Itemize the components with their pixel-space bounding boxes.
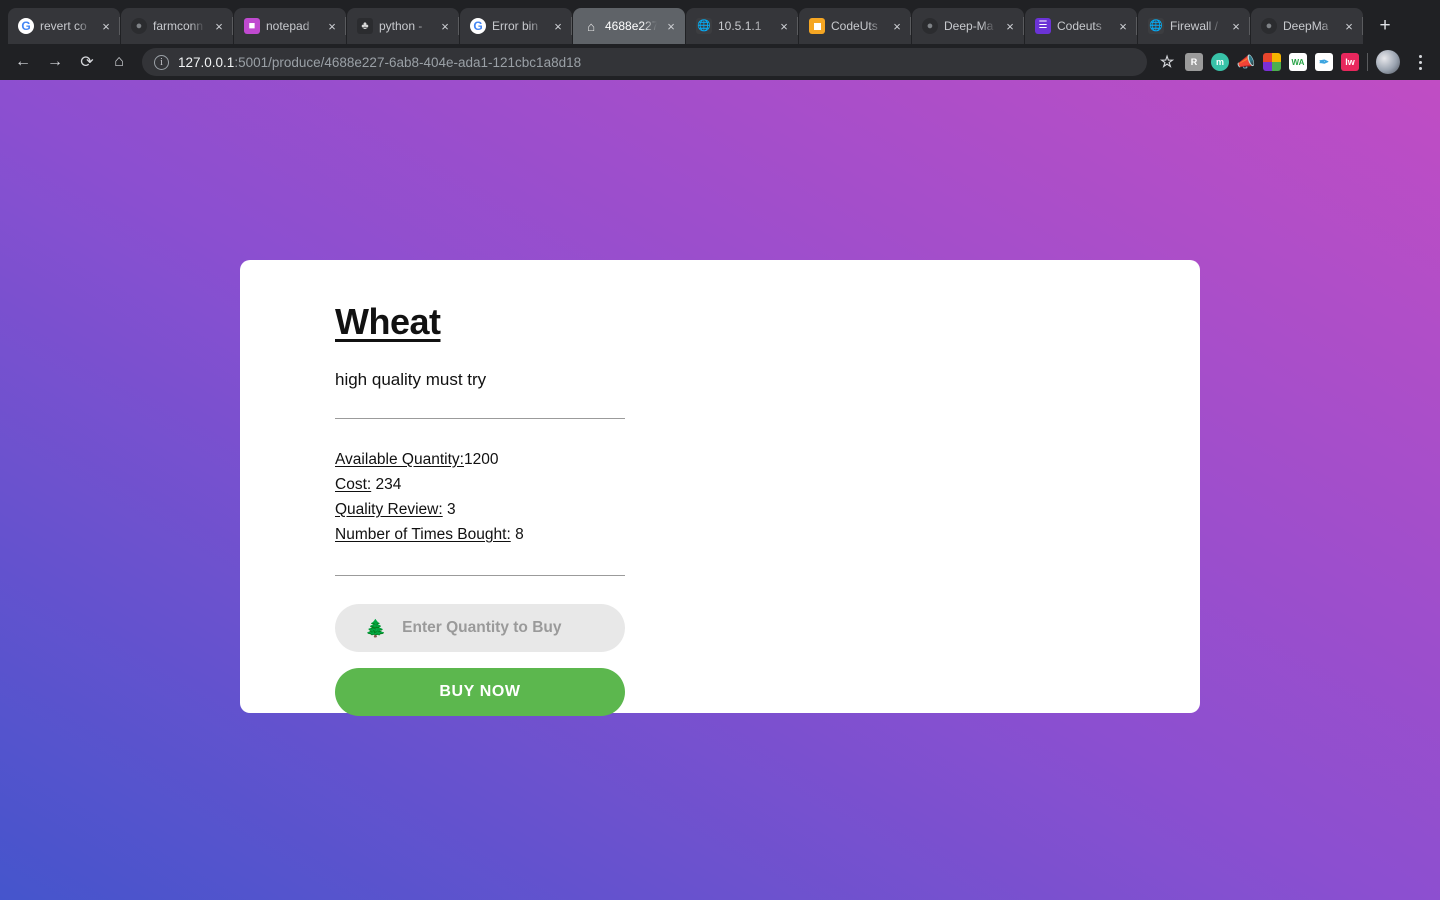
tab-close-icon[interactable]: × [437, 18, 453, 34]
dark-circle-icon: ● [131, 18, 147, 34]
bookmark-star-icon[interactable]: ☆ [1157, 53, 1177, 71]
tab-title: DeepMa [1283, 19, 1329, 33]
browser-tab[interactable]: ● farmconn × [121, 8, 233, 44]
tab-strip: G revert co × ● farmconn × ■ notepad × ♣… [0, 0, 1440, 44]
browser-tab[interactable]: 🌐 Firewall / × [1138, 8, 1250, 44]
google-icon: G [470, 18, 486, 34]
produce-description: high quality must try [335, 369, 487, 389]
tab-title: farmconn [153, 19, 204, 33]
detail-label: Available Quantity: [335, 450, 464, 468]
browser-menu-button[interactable] [1408, 54, 1430, 70]
java-icon: ♣ [357, 18, 373, 34]
divider-bottom [335, 575, 625, 577]
extension-bird-icon[interactable]: ✒ [1315, 53, 1333, 71]
google-icon: G [18, 18, 34, 34]
tab-title: revert co [40, 19, 87, 33]
url-host: 127.0.0.1 [178, 54, 235, 70]
browser-tab[interactable]: CodeUts × [799, 8, 911, 44]
home-icon: ⌂ [587, 18, 595, 34]
extension-color-grid-icon[interactable] [1263, 53, 1281, 71]
detail-row-times-bought: Number of Times Bought: 8 [335, 522, 530, 547]
detail-value: 3 [447, 500, 456, 518]
tab-close-icon[interactable]: × [1341, 18, 1357, 34]
tab-close-icon[interactable]: × [324, 18, 340, 34]
detail-row-cost: Cost: 234 [335, 472, 530, 497]
gray-globe-icon: 🌐 [696, 18, 712, 34]
tab-close-icon[interactable]: × [1115, 18, 1131, 34]
url-path: :5001/produce/4688e227-6ab8-404e-ada1-12… [234, 54, 582, 70]
tab-title: CodeUts [831, 19, 878, 33]
new-tab-button[interactable]: + [1371, 12, 1399, 40]
dark-circle-icon: ● [922, 18, 938, 34]
tab-title: 10.5.1.1 [718, 19, 762, 33]
browser-tab[interactable]: G revert co × [8, 8, 120, 44]
card-content: Wheat high quality must try Available Qu… [240, 260, 625, 717]
gray-globe-icon: 🌐 [1148, 18, 1164, 34]
buy-now-button[interactable]: BUY NOW [335, 668, 625, 717]
site-info-icon[interactable]: i [154, 54, 169, 70]
tab-close-icon[interactable]: × [1228, 18, 1244, 34]
browser-toolbar: ← → ⟳ ⌂ i 127.0.0.1:5001/produce/4688e22… [0, 44, 1440, 80]
home-button[interactable]: ⌂ [104, 47, 134, 77]
extension-m-icon[interactable]: m [1211, 53, 1229, 71]
url-text: 127.0.0.1:5001/produce/4688e227-6ab8-404… [178, 55, 581, 70]
violet-list-icon: ☰ [1035, 18, 1051, 34]
browser-tab[interactable]: ☰ Codeuts × [1025, 8, 1137, 44]
tab-title: 4688e227 [605, 19, 657, 33]
produce-details-list: Available Quantity:1200 Cost: 234 Qualit… [335, 447, 530, 547]
tab-title: Error bin [492, 19, 539, 33]
detail-value: 1200 [463, 450, 499, 468]
extension-megaphone-icon[interactable]: 📣 [1237, 53, 1255, 71]
evergreen-tree-icon: 🌲 [365, 618, 387, 638]
browser-tab[interactable]: ● DeepMa × [1251, 8, 1363, 44]
avatar[interactable] [1376, 50, 1400, 74]
tab-close-icon[interactable]: × [98, 18, 114, 34]
tab-close-icon[interactable]: × [211, 18, 227, 34]
browser-chrome: G revert co × ● farmconn × ■ notepad × ♣… [0, 0, 1440, 80]
detail-row-quality-review: Quality Review: 3 [335, 497, 530, 522]
browser-tab-active[interactable]: ⌂ 4688e227 × [573, 8, 685, 44]
tab-title: Deep-Ma [944, 19, 994, 33]
tab-title: Firewall / [1170, 19, 1219, 33]
tab-close-icon[interactable]: × [776, 18, 792, 34]
browser-tab[interactable]: G Error bin × [460, 8, 572, 44]
detail-row-available-quantity: Available Quantity:1200 [335, 447, 530, 472]
detail-label: Number of Times Bought: [335, 525, 511, 543]
page-background: Wheat high quality must try Available Qu… [0, 80, 1440, 900]
browser-tab[interactable]: ■ notepad × [234, 8, 346, 44]
dark-circle-icon: ● [1261, 18, 1277, 34]
extension-lw-icon[interactable]: lw [1341, 53, 1359, 71]
divider-top [335, 417, 625, 419]
orange-square-icon [809, 18, 825, 34]
tab-title: notepad [266, 19, 310, 33]
reload-button[interactable]: ⟳ [72, 47, 102, 77]
address-bar[interactable]: i 127.0.0.1:5001/produce/4688e227-6ab8-4… [142, 48, 1147, 76]
detail-value: 8 [515, 525, 524, 543]
extension-wa-icon[interactable]: WA [1289, 53, 1307, 71]
browser-tab[interactable]: 🌐 10.5.1.1 × [686, 8, 798, 44]
tab-close-icon[interactable]: × [663, 18, 679, 34]
tab-close-icon[interactable]: × [1002, 18, 1018, 34]
quantity-field-wrapper[interactable]: 🌲 [335, 604, 625, 653]
extension-r-icon[interactable]: R [1185, 53, 1203, 71]
browser-tab[interactable]: ♣ python - × [347, 8, 459, 44]
toolbar-divider [1367, 53, 1368, 71]
forward-button[interactable]: → [40, 47, 70, 77]
page-title: Wheat [335, 301, 441, 342]
detail-label: Cost: [335, 475, 372, 493]
extensions-area: ☆ R m 📣 WA ✒ lw [1157, 50, 1432, 74]
produce-detail-card: Wheat high quality must try Available Qu… [240, 260, 1200, 717]
browser-tab[interactable]: ● Deep-Ma × [912, 8, 1024, 44]
detail-label: Quality Review: [335, 500, 443, 518]
detail-value: 234 [375, 475, 402, 493]
purple-note-icon: ■ [244, 18, 260, 34]
quantity-input[interactable] [402, 604, 625, 653]
tab-title: python - [379, 19, 423, 33]
back-button[interactable]: ← [8, 47, 38, 77]
tab-close-icon[interactable]: × [550, 18, 566, 34]
tab-title: Codeuts [1057, 19, 1102, 33]
tab-close-icon[interactable]: × [889, 18, 905, 34]
